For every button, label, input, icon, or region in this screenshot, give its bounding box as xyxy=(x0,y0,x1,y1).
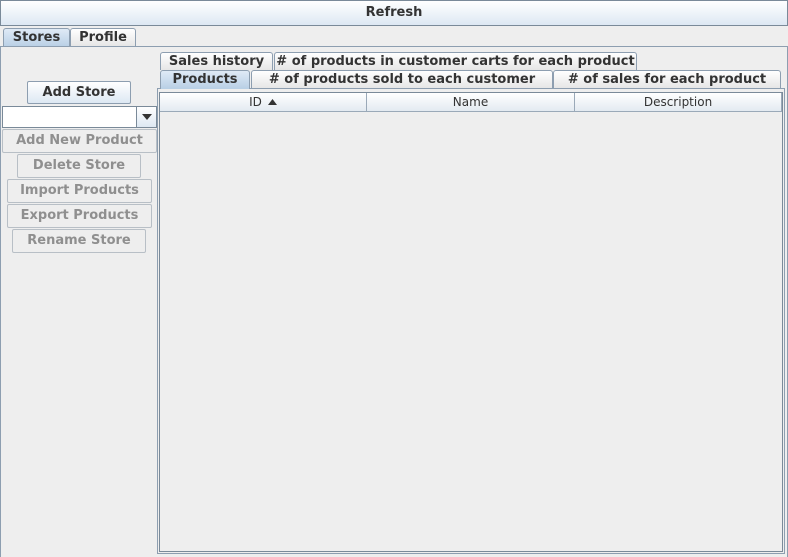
chevron-down-icon[interactable] xyxy=(136,107,156,127)
tab-stores[interactable]: Stores xyxy=(3,28,70,47)
products-table[interactable]: ID Name Description xyxy=(159,92,783,552)
export-products-button[interactable]: Export Products xyxy=(7,204,152,228)
delete-store-button[interactable]: Delete Store xyxy=(17,154,141,178)
column-header-label: ID xyxy=(249,95,262,109)
column-header-id[interactable]: ID xyxy=(160,93,367,112)
table-header: ID Name Description xyxy=(160,93,782,112)
add-store-button[interactable]: Add Store xyxy=(27,81,131,104)
tab-sales-per-product[interactable]: # of sales for each product xyxy=(553,70,781,88)
add-new-product-button[interactable]: Add New Product xyxy=(2,129,157,153)
column-header-label: Name xyxy=(452,95,489,109)
tab-products[interactable]: Products xyxy=(160,70,250,89)
tab-sales-history[interactable]: Sales history xyxy=(160,52,273,70)
tab-profile[interactable]: Profile xyxy=(70,28,136,46)
refresh-button[interactable]: Refresh xyxy=(0,0,788,26)
store-select[interactable] xyxy=(2,106,157,128)
tab-products-sold-to-customer[interactable]: # of products sold to each customer xyxy=(251,70,553,88)
sort-ascending-icon xyxy=(267,99,277,105)
column-header-description[interactable]: Description xyxy=(575,93,782,112)
column-header-label: Description xyxy=(643,95,713,109)
column-header-name[interactable]: Name xyxy=(367,93,575,112)
tab-products-in-carts[interactable]: # of products in customer carts for each… xyxy=(274,52,637,70)
rename-store-button[interactable]: Rename Store xyxy=(12,229,146,253)
import-products-button[interactable]: Import Products xyxy=(7,179,152,203)
